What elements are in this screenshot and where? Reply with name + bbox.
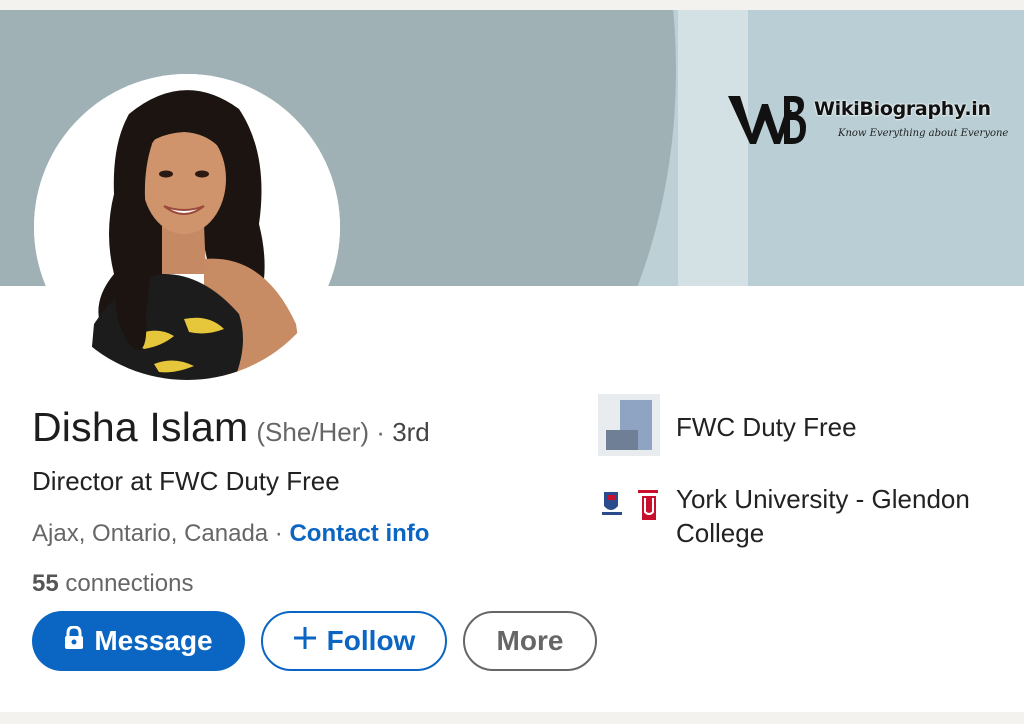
watermark-tagline: Know Everything about Everyone bbox=[838, 128, 1009, 139]
connection-degree: 3rd bbox=[392, 417, 430, 447]
connections-number: 55 bbox=[32, 570, 59, 597]
connections-count[interactable]: 55 connections bbox=[32, 570, 193, 598]
lock-icon bbox=[64, 625, 84, 657]
school-logo-icon bbox=[598, 486, 662, 526]
connections-label: connections bbox=[65, 570, 194, 597]
profile-headline: Director at FWC Duty Free bbox=[32, 466, 340, 496]
plus-icon bbox=[293, 625, 317, 657]
education-school[interactable]: York University - Glendon College bbox=[598, 478, 1018, 558]
company-logo-icon bbox=[598, 394, 660, 456]
watermark: WikiBiography.in Know Everything about E… bbox=[728, 90, 1013, 150]
name-row: Disha Islam (She/Her) · 3rd bbox=[32, 404, 430, 451]
more-button-label: More bbox=[496, 625, 564, 656]
avatar-photo bbox=[34, 74, 340, 380]
separator-dot: · bbox=[369, 417, 393, 447]
follow-button[interactable]: Follow bbox=[261, 611, 447, 671]
location-row: Ajax, Ontario, Canada · Contact info bbox=[32, 520, 429, 548]
follow-button-label: Follow bbox=[326, 625, 416, 656]
profile-pronouns: (She/Her) bbox=[256, 417, 370, 447]
company-name: FWC Duty Free bbox=[676, 412, 857, 442]
profile-card: WikiBiography.in Know Everything about E… bbox=[0, 10, 1024, 712]
message-button-label: Message bbox=[94, 625, 213, 656]
profile-name: Disha Islam bbox=[32, 404, 249, 450]
separator-dot: · bbox=[268, 520, 290, 547]
profile-avatar[interactable] bbox=[34, 74, 340, 380]
profile-location: Ajax, Ontario, Canada bbox=[32, 520, 269, 547]
current-company[interactable]: FWC Duty Free bbox=[598, 394, 1018, 456]
school-name: York University - Glendon College bbox=[676, 484, 970, 548]
contact-info-link[interactable]: Contact info bbox=[289, 520, 429, 547]
wikibiography-logo-icon bbox=[728, 96, 806, 144]
more-button[interactable]: More bbox=[463, 611, 597, 671]
watermark-title: WikiBiography.in bbox=[814, 98, 991, 120]
message-button[interactable]: Message bbox=[32, 611, 245, 671]
